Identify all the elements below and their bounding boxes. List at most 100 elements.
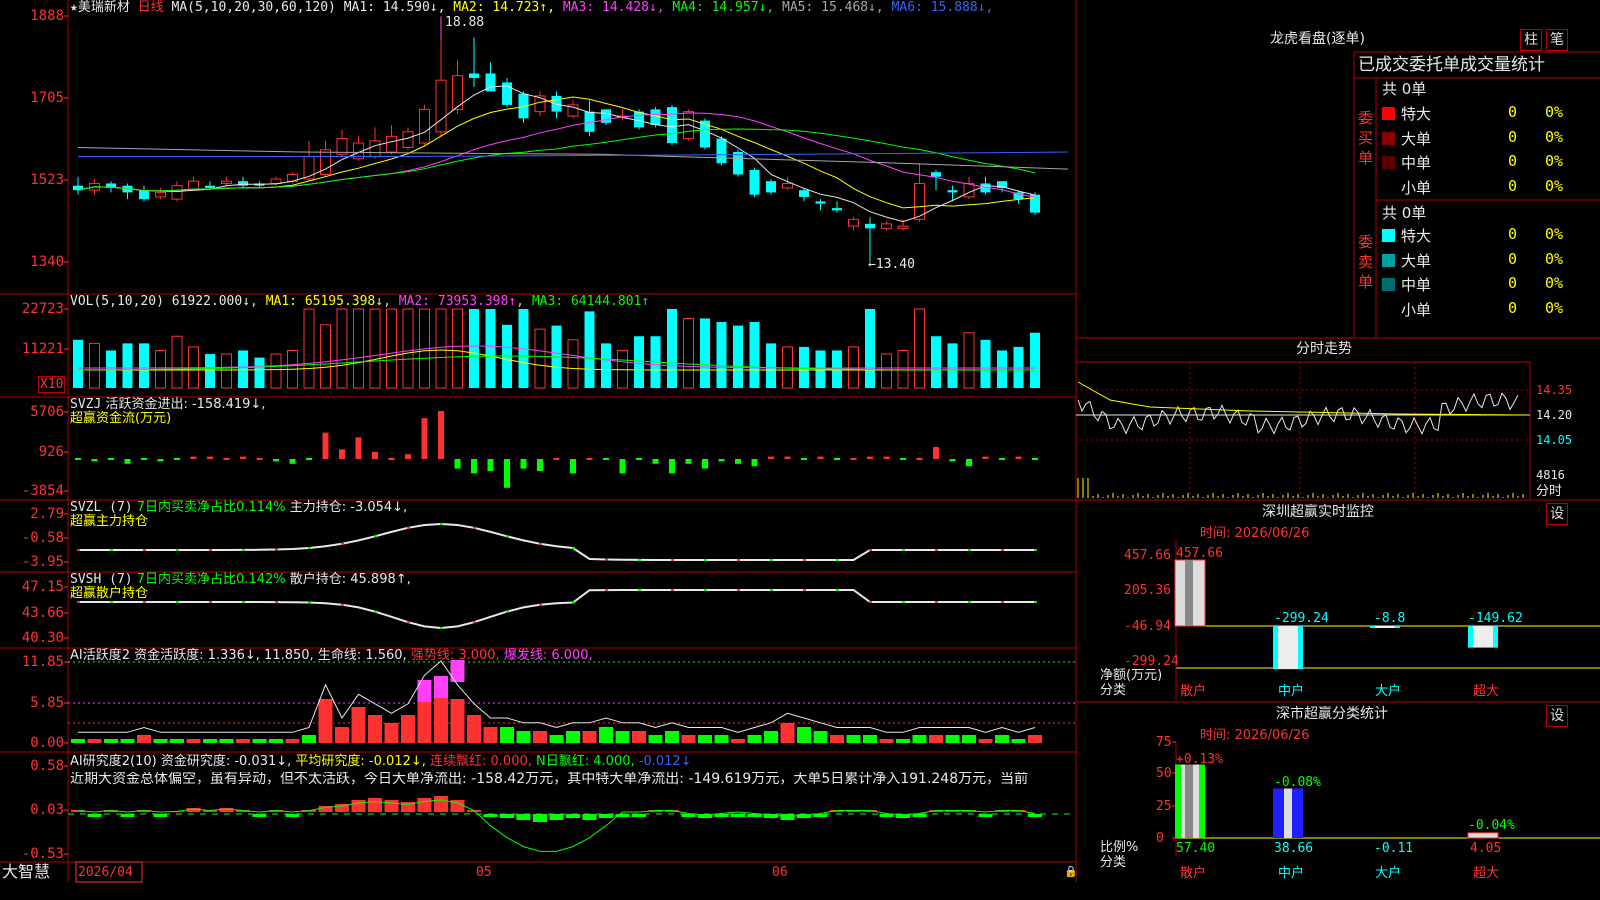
bar-view-button[interactable]: 柱	[1520, 29, 1542, 51]
sell-side-label: 委卖单	[1358, 233, 1374, 291]
candle-down	[667, 107, 677, 144]
ai-research-axis-label: 0.03	[30, 802, 64, 818]
vol-bar-down	[1030, 332, 1040, 388]
activity-bar	[1028, 735, 1042, 743]
color-swatch	[1382, 253, 1395, 267]
order-row-percent: 0%	[1545, 127, 1564, 146]
color-swatch	[1382, 278, 1395, 291]
flow-bar-out	[520, 459, 527, 469]
order-row: 大单	[1382, 130, 1431, 148]
stroke-view-button[interactable]: 笔	[1546, 29, 1568, 51]
order-row-percent: 0%	[1545, 274, 1564, 292]
vol-unit-badge[interactable]: X10	[38, 376, 66, 393]
order-row: 特大	[1382, 227, 1431, 245]
flow-bar-out	[537, 459, 543, 471]
stock-name[interactable]: ★美瑞新材	[70, 0, 130, 15]
activity-bar	[1011, 739, 1026, 743]
research-bar-neg	[582, 814, 597, 820]
candle-down	[205, 185, 215, 188]
flow-bar-in	[784, 456, 791, 459]
flow-bar-in	[817, 456, 824, 459]
flow-bar-out	[504, 459, 510, 488]
activity-bar	[665, 731, 679, 743]
research-bar-neg	[714, 814, 729, 817]
order-row-count: 0	[1508, 176, 1518, 195]
activity-bar	[236, 739, 250, 743]
activity-bar	[615, 731, 630, 743]
monitor-xlabel: 分类	[1100, 683, 1127, 698]
research-bar-neg	[87, 814, 102, 817]
flow-bar-in	[883, 456, 890, 459]
classify-axis-label: 0	[1156, 831, 1164, 846]
research-bar-neg	[566, 814, 580, 818]
activity-bar	[797, 727, 811, 743]
order-row-percent: 0%	[1545, 103, 1564, 121]
candle-up	[402, 131, 414, 149]
order-row-label: 中单	[1401, 154, 1432, 172]
classify-bar-edge	[1199, 764, 1205, 838]
order-row-label: 特大	[1401, 227, 1432, 245]
candle-up	[897, 225, 909, 229]
flow-bar-out	[91, 459, 98, 462]
vol-bar-down	[485, 309, 496, 388]
candle-down	[749, 169, 760, 195]
intraday-price-high: 14.35	[1536, 383, 1573, 397]
vol-bar-down	[1013, 346, 1024, 388]
flow-bar-out	[949, 459, 956, 462]
classify-xlabel: 分类	[1100, 855, 1127, 870]
flow-bar-in	[322, 432, 329, 459]
flow-bar-out	[619, 459, 626, 474]
lock-icon[interactable]: 🔒	[1064, 864, 1078, 879]
vol-bar-down	[700, 318, 710, 388]
period-label[interactable]: 日线	[138, 0, 164, 15]
flow-bar-in	[933, 447, 939, 459]
monitor-bar-shade	[1185, 560, 1193, 626]
order-row-label: 小单	[1401, 178, 1432, 197]
vol-bar-down	[716, 322, 727, 388]
order-row-label: 大单	[1401, 129, 1432, 148]
vol-bar-up	[221, 353, 232, 389]
activity-bar	[285, 739, 300, 743]
color-swatch	[1382, 303, 1395, 316]
vol-bar-down	[931, 336, 941, 388]
activity-bar	[203, 739, 217, 743]
classify-change-label: -0.04%	[1468, 818, 1515, 833]
vol-bar-up	[320, 324, 331, 389]
ma20-line	[77, 112, 1036, 198]
classify-change-label: -0.08%	[1274, 775, 1321, 790]
flow-bar-in	[355, 437, 362, 459]
vol-bar-down	[205, 354, 215, 388]
research-bar-neg	[120, 814, 135, 817]
activity-bar-hot	[368, 715, 382, 743]
vol-bar-down	[667, 309, 677, 388]
research-bar-neg	[912, 814, 927, 817]
classify-settings-button[interactable]: 设	[1546, 705, 1568, 727]
ma-values: MA1: 14.590↓, MA2: 14.723↑, MA3: 14.428↓…	[344, 0, 994, 15]
flow-bar-out	[157, 459, 164, 462]
vol-bar-down	[865, 309, 875, 388]
ma-value: MA5: 15.468↓,	[774, 0, 884, 15]
ai-activity-axis-label: 0.00	[30, 735, 64, 751]
intraday-price-mid: 14.20	[1536, 408, 1573, 422]
vol-bar-up	[402, 308, 414, 389]
order-row-label: 特大	[1401, 105, 1432, 123]
activity-bar	[698, 735, 712, 743]
flow-bar-in	[207, 456, 213, 459]
activity-bar	[483, 727, 498, 743]
order-row-count: 0	[1508, 127, 1518, 146]
vol-bar-down	[634, 336, 644, 388]
research-bar-neg	[747, 814, 762, 817]
svsh-axis-label: 47.15	[21, 579, 64, 595]
flow-bar-out	[273, 459, 279, 462]
svzl-header: SVZL (7) 7日内买卖净占比0.114% 主力持仓: -3.054↓,	[70, 500, 408, 515]
flow-bar-out	[718, 459, 725, 462]
price-axis-label: 1888	[30, 8, 64, 24]
monitor-settings-button[interactable]: 设	[1546, 503, 1568, 525]
activity-bar	[549, 735, 564, 743]
month-06-label: 06	[772, 865, 788, 880]
vol-bar-up	[567, 339, 579, 389]
candle-up	[270, 178, 282, 184]
vol-bar-up	[848, 346, 859, 389]
activity-bar	[731, 739, 745, 743]
candle-down	[139, 190, 149, 200]
